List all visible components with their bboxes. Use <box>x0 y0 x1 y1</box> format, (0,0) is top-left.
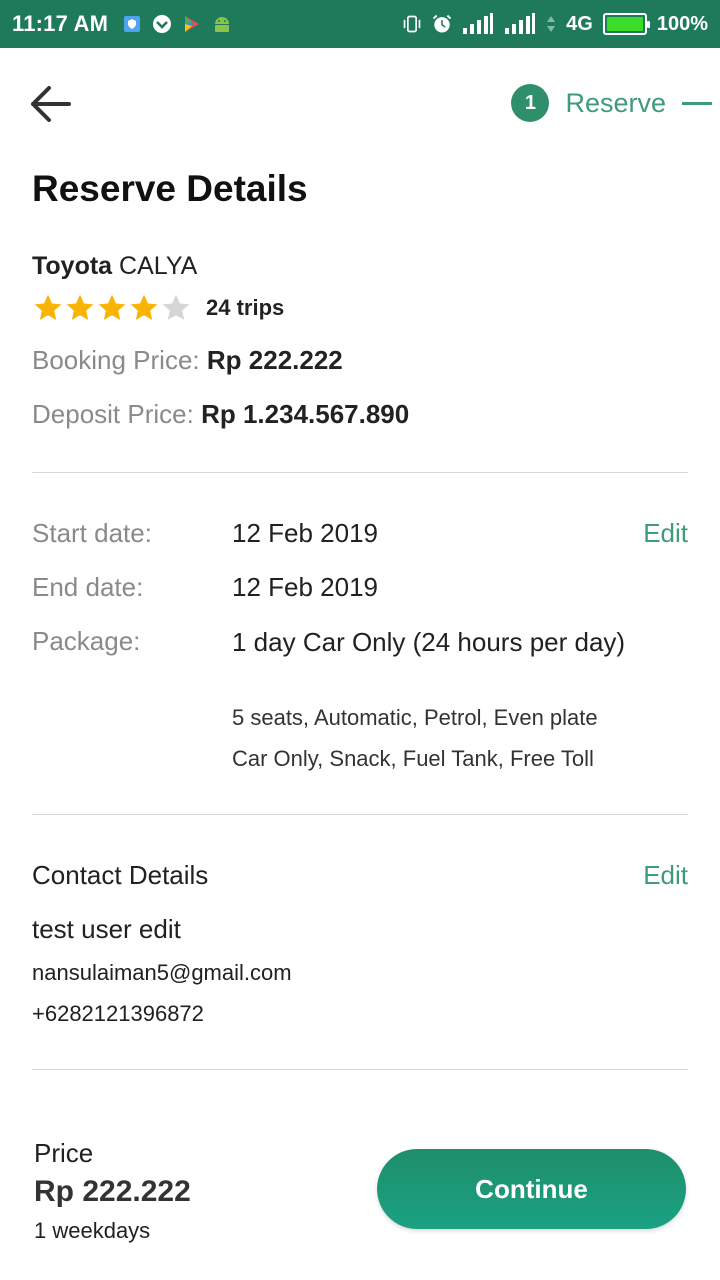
alarm-icon <box>432 14 452 34</box>
continue-button[interactable]: Continue <box>377 1149 686 1229</box>
notification-icons <box>122 14 232 34</box>
booking-price-label: Booking Price: <box>32 345 200 375</box>
rating: 24 trips <box>32 292 284 324</box>
package-label: Package: <box>32 626 141 656</box>
status-bar: 11:17 AM 4G 100% <box>0 0 720 48</box>
car-brand: Toyota <box>32 252 113 280</box>
contact-details-title: Contact Details <box>32 860 209 890</box>
package-specs: 5 seats, Automatic, Petrol, Even plate <box>232 705 598 730</box>
back-button[interactable] <box>28 82 72 126</box>
shield-icon <box>122 14 142 34</box>
arrow-left-icon <box>31 86 71 122</box>
status-time: 11:17 AM <box>12 11 109 36</box>
play-store-icon <box>182 14 202 34</box>
page-title: Reserve Details <box>32 168 308 209</box>
star-filled-icon <box>98 294 126 320</box>
deposit-price-value: Rp 1.234.567.890 <box>201 399 410 429</box>
vpn-icon <box>152 14 172 34</box>
car-model: CALYA <box>119 252 198 280</box>
battery-icon <box>602 13 650 35</box>
start-date-label: Start date: <box>32 518 152 548</box>
data-arrows-icon <box>546 14 556 34</box>
end-date-label: End date: <box>32 572 144 602</box>
deposit-price-label: Deposit Price: <box>32 399 194 429</box>
package-value: 1 day Car Only (24 hours per day) <box>232 627 626 657</box>
star-empty-icon <box>162 294 190 320</box>
network-type: 4G <box>566 12 593 35</box>
start-date-value: 12 Feb 2019 <box>232 518 379 548</box>
rating-stars <box>32 292 192 324</box>
booking-price: Booking Price: Rp 222.222 <box>32 345 343 376</box>
android-icon <box>212 14 232 34</box>
star-filled-icon <box>34 294 62 320</box>
step-connector <box>682 101 712 105</box>
end-date-value: 12 Feb 2019 <box>232 572 379 602</box>
star-filled-icon <box>66 294 94 320</box>
price-note: 1 weekdays <box>34 1218 151 1243</box>
deposit-price: Deposit Price: Rp 1.234.567.890 <box>32 399 409 430</box>
star-filled-icon <box>130 294 158 320</box>
vibrate-icon <box>402 14 422 34</box>
signal-icon <box>462 13 494 34</box>
booking-price-value: Rp 222.222 <box>206 345 343 375</box>
system-indicators: 4G 100% <box>402 13 708 36</box>
signal-icon <box>504 13 536 34</box>
package-includes: Car Only, Snack, Fuel Tank, Free Toll <box>232 746 594 771</box>
divider <box>32 814 688 815</box>
trip-count: 24 trips <box>206 295 285 320</box>
step-label: Reserve <box>565 87 666 118</box>
contact-email: nansulaiman5@gmail.com <box>32 960 292 985</box>
car-name: Toyota CALYA <box>32 252 197 281</box>
divider <box>32 1069 688 1070</box>
contact-phone: +6282121396872 <box>32 1001 204 1026</box>
battery-percent: 100% <box>656 12 708 35</box>
contact-name: test user edit <box>32 914 181 944</box>
price-label: Price <box>34 1138 94 1168</box>
edit-dates-link[interactable]: Edit <box>643 518 688 549</box>
divider <box>32 472 688 473</box>
step-indicator: 1 Reserve <box>511 84 712 122</box>
step-number-badge: 1 <box>511 84 550 122</box>
price-value: Rp 222.222 <box>34 1175 191 1208</box>
edit-contact-link[interactable]: Edit <box>643 860 688 891</box>
